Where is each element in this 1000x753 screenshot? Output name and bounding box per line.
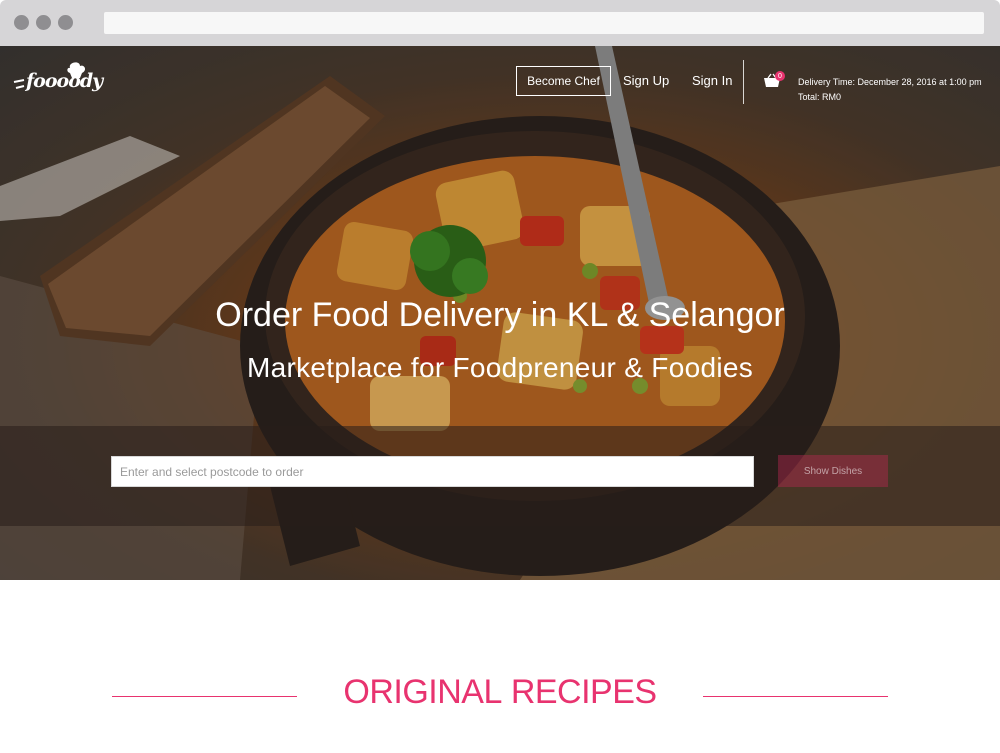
postcode-input[interactable] xyxy=(111,456,754,487)
delivery-info[interactable]: Delivery Time: December 28, 2016 at 1:00… xyxy=(798,75,982,105)
show-dishes-button[interactable]: Show Dishes xyxy=(778,455,888,487)
site-logo[interactable]: foooody xyxy=(12,60,103,100)
section-title-light: RECIPES xyxy=(501,673,657,711)
section-title-bold: ORIGINAL xyxy=(343,673,502,711)
hero-section: foooody Become Chef Sign Up Sign In 0 De… xyxy=(0,46,1000,580)
maximize-window-dot[interactable] xyxy=(58,15,73,30)
sign-in-link[interactable]: Sign In xyxy=(692,73,732,88)
hero-headline: Order Food Delivery in KL & Selangor xyxy=(215,296,785,334)
address-bar[interactable] xyxy=(104,12,984,34)
sign-up-link[interactable]: Sign Up xyxy=(623,73,669,88)
cart-total: Total: RM0 xyxy=(798,92,842,102)
browser-chrome xyxy=(0,0,1000,46)
minimize-window-dot[interactable] xyxy=(36,15,51,30)
close-window-dot[interactable] xyxy=(14,15,29,30)
section-title: ORIGINAL RECIPES xyxy=(0,673,1000,712)
nav-divider xyxy=(743,60,744,104)
logo-text: foooody xyxy=(26,70,103,92)
section-rule-right xyxy=(703,696,888,697)
become-chef-button[interactable]: Become Chef xyxy=(516,66,611,96)
delivery-time: Delivery Time: December 28, 2016 at 1:00… xyxy=(798,77,982,87)
cart-count-badge: 0 xyxy=(775,71,785,81)
hero-subheadline: Marketplace for Foodpreneur & Foodies xyxy=(246,352,754,383)
